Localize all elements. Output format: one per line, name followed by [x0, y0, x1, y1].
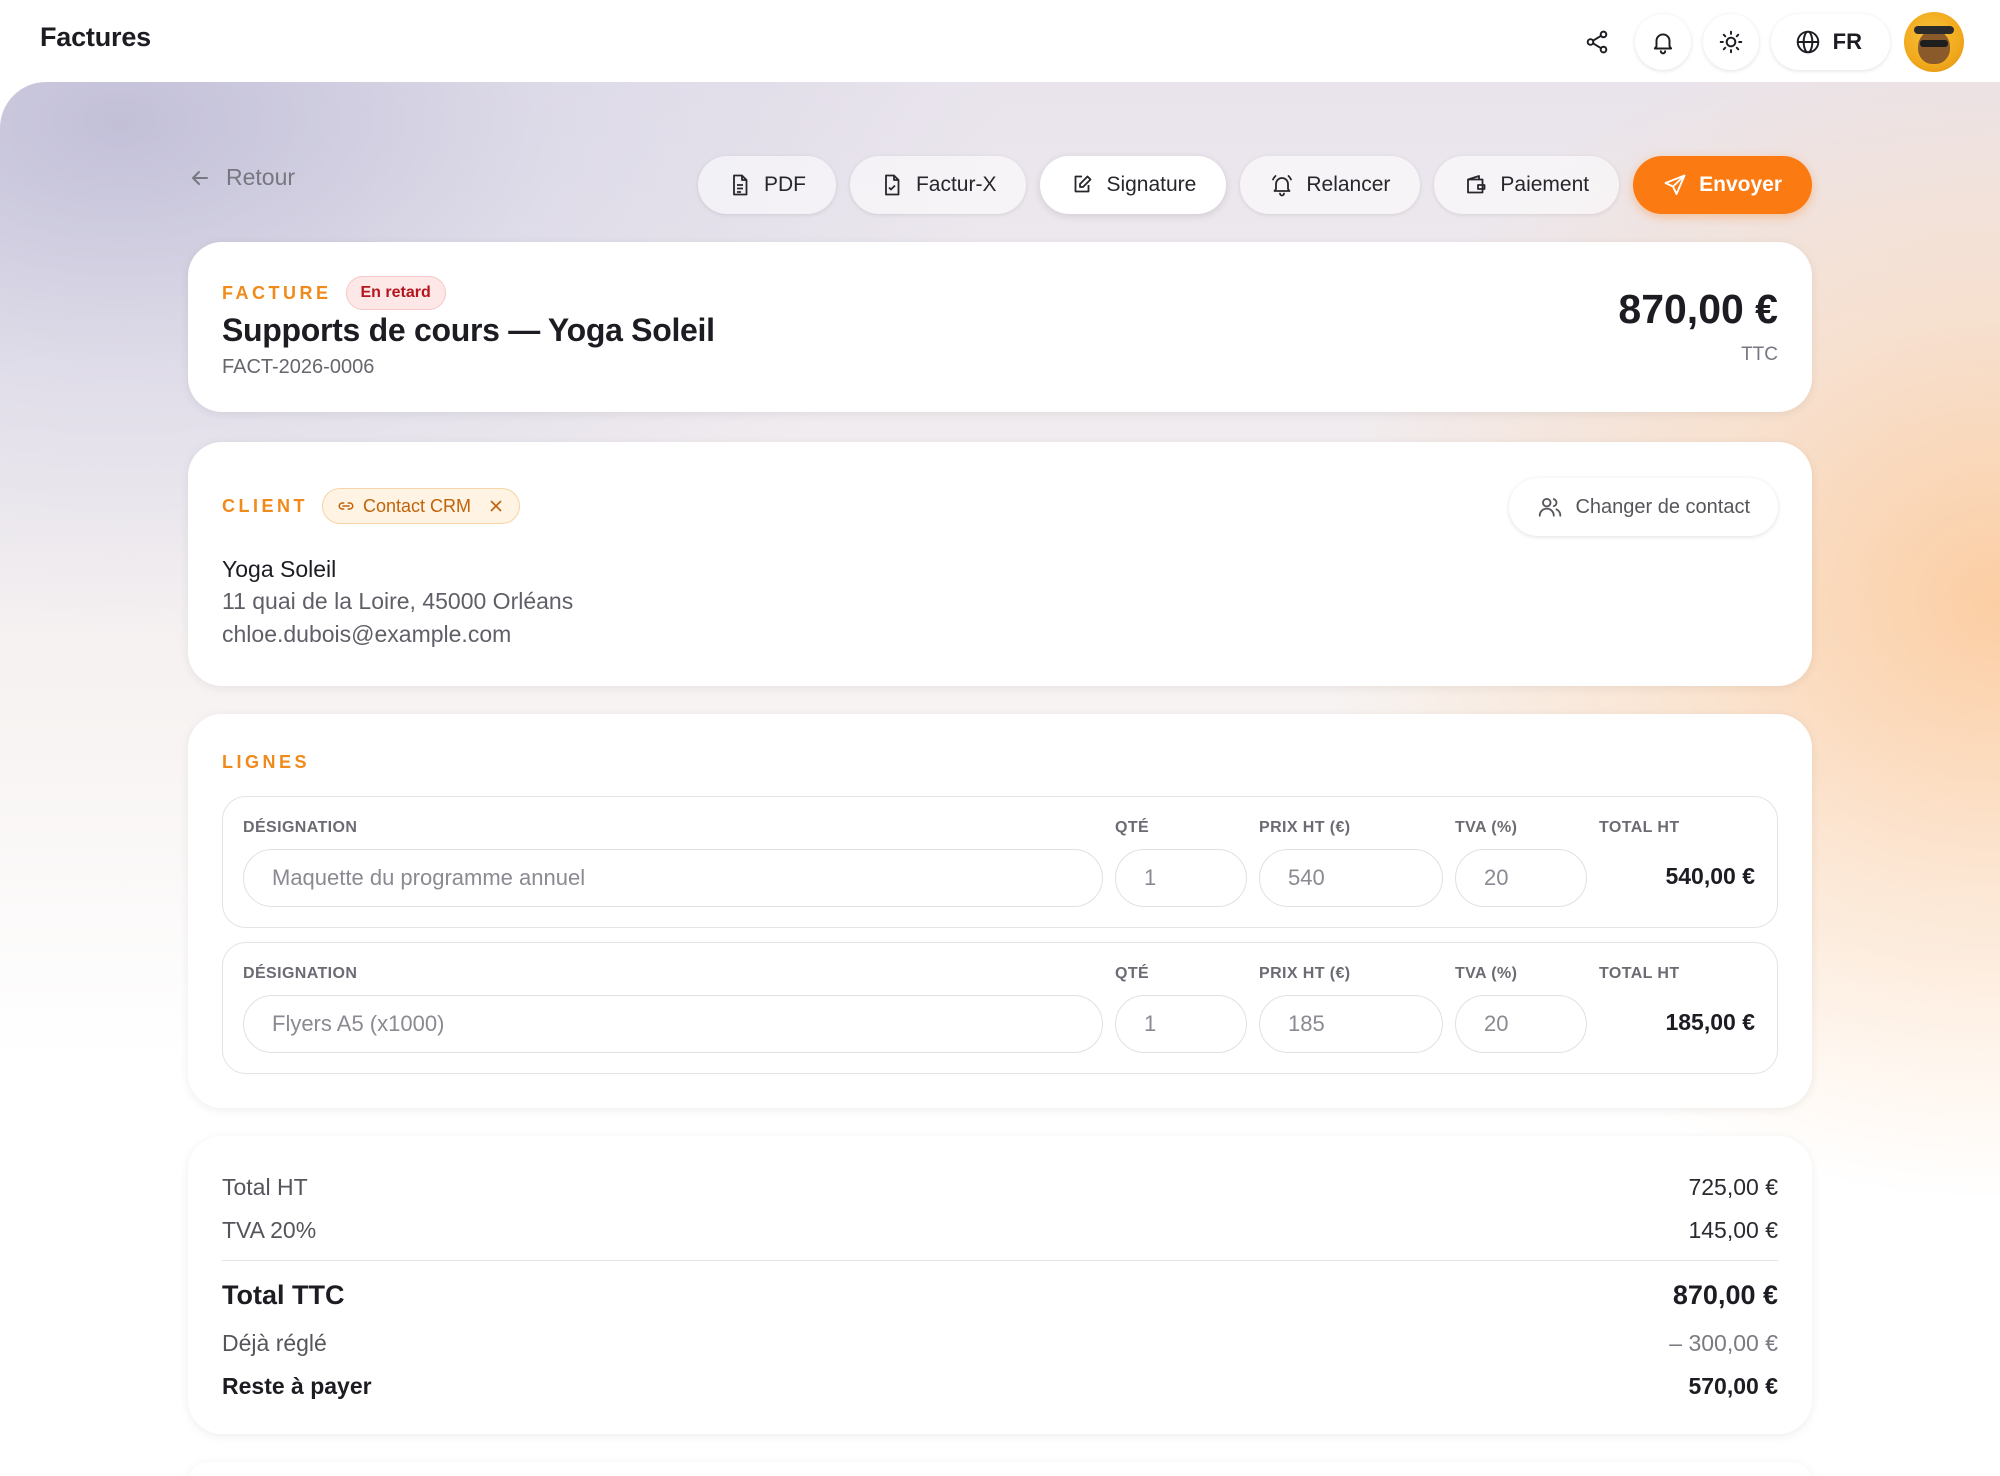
sun-icon: [1719, 30, 1742, 54]
tva-value: 145,00 €: [1688, 1217, 1778, 1243]
client-email: chloe.dubois@example.com: [222, 621, 512, 647]
vat-header: TVA (%): [1455, 819, 1518, 836]
back-label: Retour: [226, 164, 296, 190]
qty-header: QTÉ: [1115, 965, 1150, 982]
paid-row: Déjà réglé – 300,00 €: [222, 1330, 1778, 1357]
top-actions: FR: [1570, 12, 1964, 72]
crm-chip-label: Contact CRM: [363, 495, 472, 516]
total-ttc-row: Total TTC 870,00 €: [222, 1280, 1778, 1311]
total-ttc-value: 870,00 €: [1672, 1280, 1778, 1310]
total-ttc-label: Total TTC: [222, 1280, 345, 1310]
total-header: TOTAL HT: [1599, 819, 1680, 836]
envoyer-button[interactable]: Envoyer: [1633, 156, 1812, 214]
avatar[interactable]: [1904, 12, 1964, 72]
lines-card: LIGNES DÉSIGNATION QTÉ PRIX HT (€) TVA (…: [188, 714, 1812, 1108]
remove-contact-button[interactable]: [487, 497, 505, 515]
price-header: PRIX HT (€): [1259, 819, 1351, 836]
globe-icon: [1796, 30, 1819, 54]
remaining-label: Reste à payer: [222, 1373, 372, 1399]
designation-input[interactable]: Flyers A5 (x1000): [243, 995, 1103, 1053]
price-header: PRIX HT (€): [1259, 965, 1351, 982]
status-badge: En retard: [345, 276, 446, 310]
bell-icon: [1653, 33, 1672, 55]
share-button[interactable]: [1570, 14, 1623, 70]
page-title: Factures: [40, 22, 151, 52]
price-input[interactable]: 185: [1259, 995, 1443, 1053]
pdf-button[interactable]: PDF: [697, 156, 836, 214]
arrow-left-icon: [192, 170, 208, 185]
share-icon: [1586, 30, 1607, 54]
total-header: TOTAL HT: [1599, 965, 1680, 982]
qty-header: QTÉ: [1115, 819, 1150, 836]
client-address: 11 quai de la Loire, 45000 Orléans: [222, 588, 574, 614]
vat-input[interactable]: 20: [1455, 849, 1587, 907]
invoice-header-card: FACTURE En retard Supports de cours — Yo…: [188, 242, 1812, 412]
document-icon: [733, 174, 748, 196]
relancer-button[interactable]: Relancer: [1240, 156, 1421, 214]
tva-row: TVA 20% 145,00 €: [222, 1217, 1778, 1244]
remaining-row: Reste à payer 570,00 €: [222, 1373, 1778, 1400]
theme-toggle-button[interactable]: [1702, 14, 1759, 70]
link-icon: [338, 502, 354, 510]
paid-value: – 300,00 €: [1669, 1330, 1778, 1356]
invoice-title: Supports de cours — Yoga Soleil: [222, 312, 715, 348]
line-total: 185,00 €: [1665, 1009, 1755, 1035]
total-ht-label: Total HT: [222, 1174, 308, 1200]
tva-label: TVA 20%: [222, 1217, 317, 1243]
invoice-section-label: FACTURE: [222, 282, 332, 303]
close-icon: [490, 500, 502, 512]
remaining-value: 570,00 €: [1688, 1373, 1778, 1399]
invoice-actions: PDF Factur-X Signature Relancer Paiement…: [697, 156, 1812, 214]
vat-input[interactable]: 20: [1455, 995, 1587, 1053]
pen-square-icon: [1075, 175, 1092, 193]
total-ht-row: Total HT 725,00 €: [222, 1174, 1778, 1201]
language-button[interactable]: FR: [1770, 14, 1890, 70]
file-check-icon: [885, 174, 900, 196]
invoice-amount: 870,00 €: [1618, 286, 1778, 332]
total-ht-value: 725,00 €: [1688, 1174, 1778, 1200]
users-icon: [1539, 497, 1562, 517]
paiement-button[interactable]: Paiement: [1434, 156, 1620, 214]
next-section-card: [188, 1462, 1812, 1476]
totals-divider: [222, 1260, 1778, 1261]
top-bar: Factures FR: [0, 0, 2000, 82]
qty-input[interactable]: 1: [1115, 849, 1247, 907]
line-total: 540,00 €: [1665, 863, 1755, 889]
invoice-line: DÉSIGNATION QTÉ PRIX HT (€) TVA (%) TOTA…: [222, 942, 1778, 1074]
language-label: FR: [1832, 29, 1862, 54]
client-name: Yoga Soleil: [222, 556, 337, 582]
change-contact-button[interactable]: Changer de contact: [1509, 478, 1778, 536]
bell-ring-icon: [1272, 175, 1293, 197]
invoice-reference: FACT-2026-0006: [222, 356, 375, 378]
paid-label: Déjà réglé: [222, 1330, 327, 1356]
totals-card: Total HT 725,00 € TVA 20% 145,00 € Total…: [188, 1136, 1812, 1434]
designation-header: DÉSIGNATION: [243, 965, 358, 982]
lines-section-label: LIGNES: [222, 752, 311, 772]
notifications-button[interactable]: [1634, 14, 1691, 70]
crm-contact-chip[interactable]: Contact CRM: [322, 488, 521, 524]
change-contact-label: Changer de contact: [1575, 495, 1750, 518]
designation-input[interactable]: Maquette du programme annuel: [243, 849, 1103, 907]
designation-header: DÉSIGNATION: [243, 819, 358, 836]
back-link[interactable]: Retour: [188, 164, 295, 191]
facturx-button[interactable]: Factur-X: [849, 156, 1027, 214]
wallet-icon: [1467, 175, 1486, 194]
invoice-line: DÉSIGNATION QTÉ PRIX HT (€) TVA (%) TOTA…: [222, 796, 1778, 928]
client-card: CLIENT Contact CRM Changer de contact Yo…: [188, 442, 1812, 686]
qty-input[interactable]: 1: [1115, 995, 1247, 1053]
signature-button[interactable]: Signature: [1040, 156, 1227, 214]
client-section-label: CLIENT: [222, 495, 308, 516]
send-icon: [1664, 174, 1686, 195]
vat-header: TVA (%): [1455, 965, 1518, 982]
invoice-amount-suffix: TTC: [1741, 344, 1778, 365]
price-input[interactable]: 540: [1259, 849, 1443, 907]
